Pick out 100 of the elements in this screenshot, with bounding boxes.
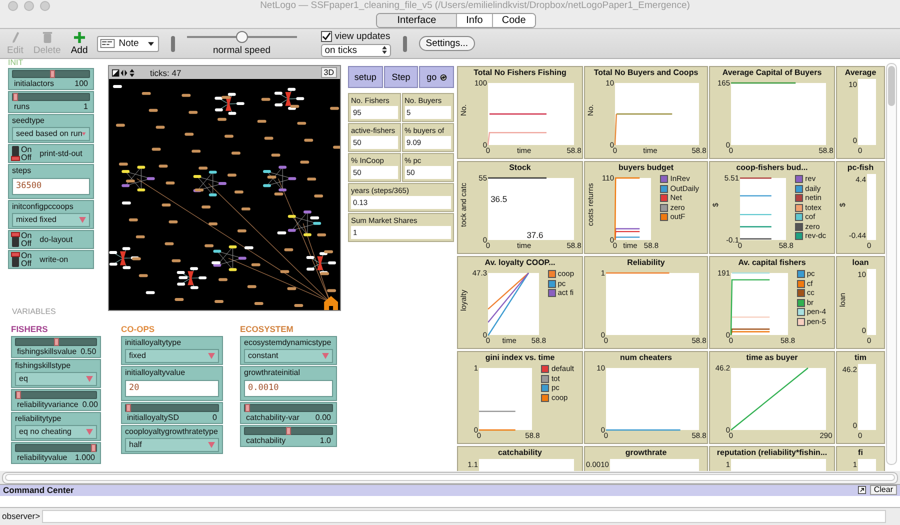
chooser-label: initialloyaltytype: [125, 338, 182, 348]
slider-track[interactable]: [12, 70, 90, 78]
slider-label: catchability: [246, 436, 286, 446]
slider-label: initialloyaltySD: [127, 413, 180, 422]
command-button[interactable]: go: [419, 66, 454, 88]
plot-title: loan: [851, 257, 870, 268]
input-field[interactable]: 20: [125, 380, 219, 398]
chooser[interactable]: cooployaltygrowthratetype half: [121, 425, 223, 454]
slider-label: reliabilityvariance: [17, 400, 78, 410]
slider-handle[interactable]: [286, 427, 291, 436]
tab[interactable]: Interface: [377, 14, 458, 27]
triangle-icon: [86, 376, 93, 382]
checkbox-label[interactable]: view updates: [334, 30, 390, 42]
plot-line: [740, 195, 772, 197]
chooser[interactable]: ecosystemdynamicstype constant: [240, 336, 337, 366]
plot-title: Average: [844, 67, 878, 78]
slider[interactable]: reliabilityvalue 1.000: [11, 442, 101, 464]
chooser[interactable]: fishingskillstype eq: [11, 359, 101, 388]
slider-handle[interactable]: [126, 404, 131, 412]
toggle[interactable]: [12, 232, 19, 248]
slider[interactable]: runs 1: [8, 91, 94, 114]
command-button[interactable]: Step: [384, 66, 418, 88]
plot-title: Total No Buyers and Coops: [592, 67, 700, 78]
checkbox[interactable]: [320, 30, 332, 42]
slider-value: 0.50: [80, 347, 96, 356]
slider-track[interactable]: [244, 427, 333, 436]
caret-icon: [148, 42, 154, 46]
slider-handle[interactable]: [54, 338, 58, 346]
chooser-label: seedtype: [12, 116, 46, 126]
chooser-field[interactable]: constant: [244, 349, 333, 364]
expand-icon[interactable]: [858, 486, 866, 494]
chooser-field[interactable]: eq: [15, 372, 97, 386]
plot-area: [867, 269, 876, 336]
slider[interactable]: initialactors 100: [8, 68, 94, 90]
chooser-field[interactable]: seed based on run: [12, 127, 90, 142]
command-input-field[interactable]: [42, 510, 886, 523]
input-field[interactable]: 0.0010: [244, 380, 333, 398]
input-label: growthrateinitial: [244, 368, 302, 378]
chooser-field[interactable]: eq no cheating: [15, 425, 97, 440]
slider-handle[interactable]: [13, 93, 18, 102]
chooser-field[interactable]: half: [125, 438, 219, 452]
slider-handle[interactable]: [16, 391, 21, 400]
horizontal-scrollbar[interactable]: [2, 472, 898, 484]
chooser[interactable]: initialloyaltytype fixed: [121, 336, 223, 366]
settings-button[interactable]: Settings...: [418, 36, 475, 52]
slider-value: 100: [74, 79, 88, 88]
slider-handle[interactable]: [245, 404, 250, 412]
chooser[interactable]: reliabilitytype eq no cheating: [11, 412, 101, 442]
plot-title: pc-fish: [846, 162, 875, 174]
update-mode-select[interactable]: on ticks: [320, 44, 391, 57]
vertical-scrollbar[interactable]: [886, 63, 897, 466]
chooser-field[interactable]: mixed fixed: [12, 213, 90, 228]
slider-track[interactable]: [15, 444, 97, 452]
widget-type-dropdown[interactable]: Note: [96, 36, 159, 52]
slider[interactable]: fishingskillsvalue 0.50: [11, 336, 101, 358]
plot-title: time as buyer: [745, 352, 799, 364]
plus-icon: [74, 31, 85, 44]
slider-track[interactable]: [15, 391, 97, 400]
slider[interactable]: catchability-var 0.00: [240, 402, 337, 424]
slider-track[interactable]: [125, 404, 219, 412]
command-button[interactable]: setup: [348, 66, 383, 88]
slider-label: catchability-var: [246, 413, 300, 422]
plot-title: gini index vs. time: [484, 352, 556, 364]
slider-track[interactable]: [15, 338, 97, 346]
plot-title: Av. capital fishers: [737, 257, 807, 268]
3d-button[interactable]: 3D: [320, 67, 337, 78]
clear-button[interactable]: Clear: [870, 485, 897, 496]
slider[interactable]: reliabilityvariance 0.00: [11, 389, 101, 412]
chooser-label: reliabilitytype: [15, 414, 62, 424]
prompt-label[interactable]: observer>: [2, 511, 40, 522]
slider-thumb[interactable]: [236, 31, 248, 44]
slider-handle[interactable]: [91, 444, 96, 452]
stepper-arrows-icon: [382, 46, 387, 54]
toggle[interactable]: [12, 252, 19, 268]
plot-line: [479, 430, 516, 431]
plot-title: Total No Fishers Fishing: [472, 67, 568, 78]
command-center-title: Command Center: [3, 485, 75, 496]
input-label: steps: [12, 166, 32, 176]
trash-icon: [42, 31, 53, 44]
triangle-icon: [79, 217, 86, 224]
plot-line: [488, 272, 530, 323]
slider[interactable]: initialloyaltySD 0: [121, 402, 223, 424]
plot-title: Stock: [508, 162, 532, 174]
switch-label: print-std-out: [40, 149, 82, 158]
chooser[interactable]: initconfigpccoops mixed fixed: [8, 200, 94, 230]
triangle-icon: [82, 131, 86, 138]
plot-annotation: 37.6: [526, 230, 544, 240]
slider-track[interactable]: [12, 93, 90, 102]
chooser-field[interactable]: fixed: [125, 349, 219, 364]
plot-area: [867, 174, 876, 240]
slider[interactable]: catchability 1.0: [240, 425, 337, 448]
toggle[interactable]: [12, 146, 19, 162]
slider-handle[interactable]: [50, 70, 55, 78]
input-field[interactable]: 36500: [12, 178, 90, 196]
toolbar-button[interactable]: Add: [70, 31, 89, 56]
triangle-icon: [322, 353, 329, 360]
tick-counter: ticks: 47: [150, 68, 182, 78]
slider-track[interactable]: [244, 404, 333, 412]
chooser-label: initconfigpccoops: [12, 202, 74, 212]
chooser[interactable]: seedtype seed based on run: [8, 114, 94, 144]
